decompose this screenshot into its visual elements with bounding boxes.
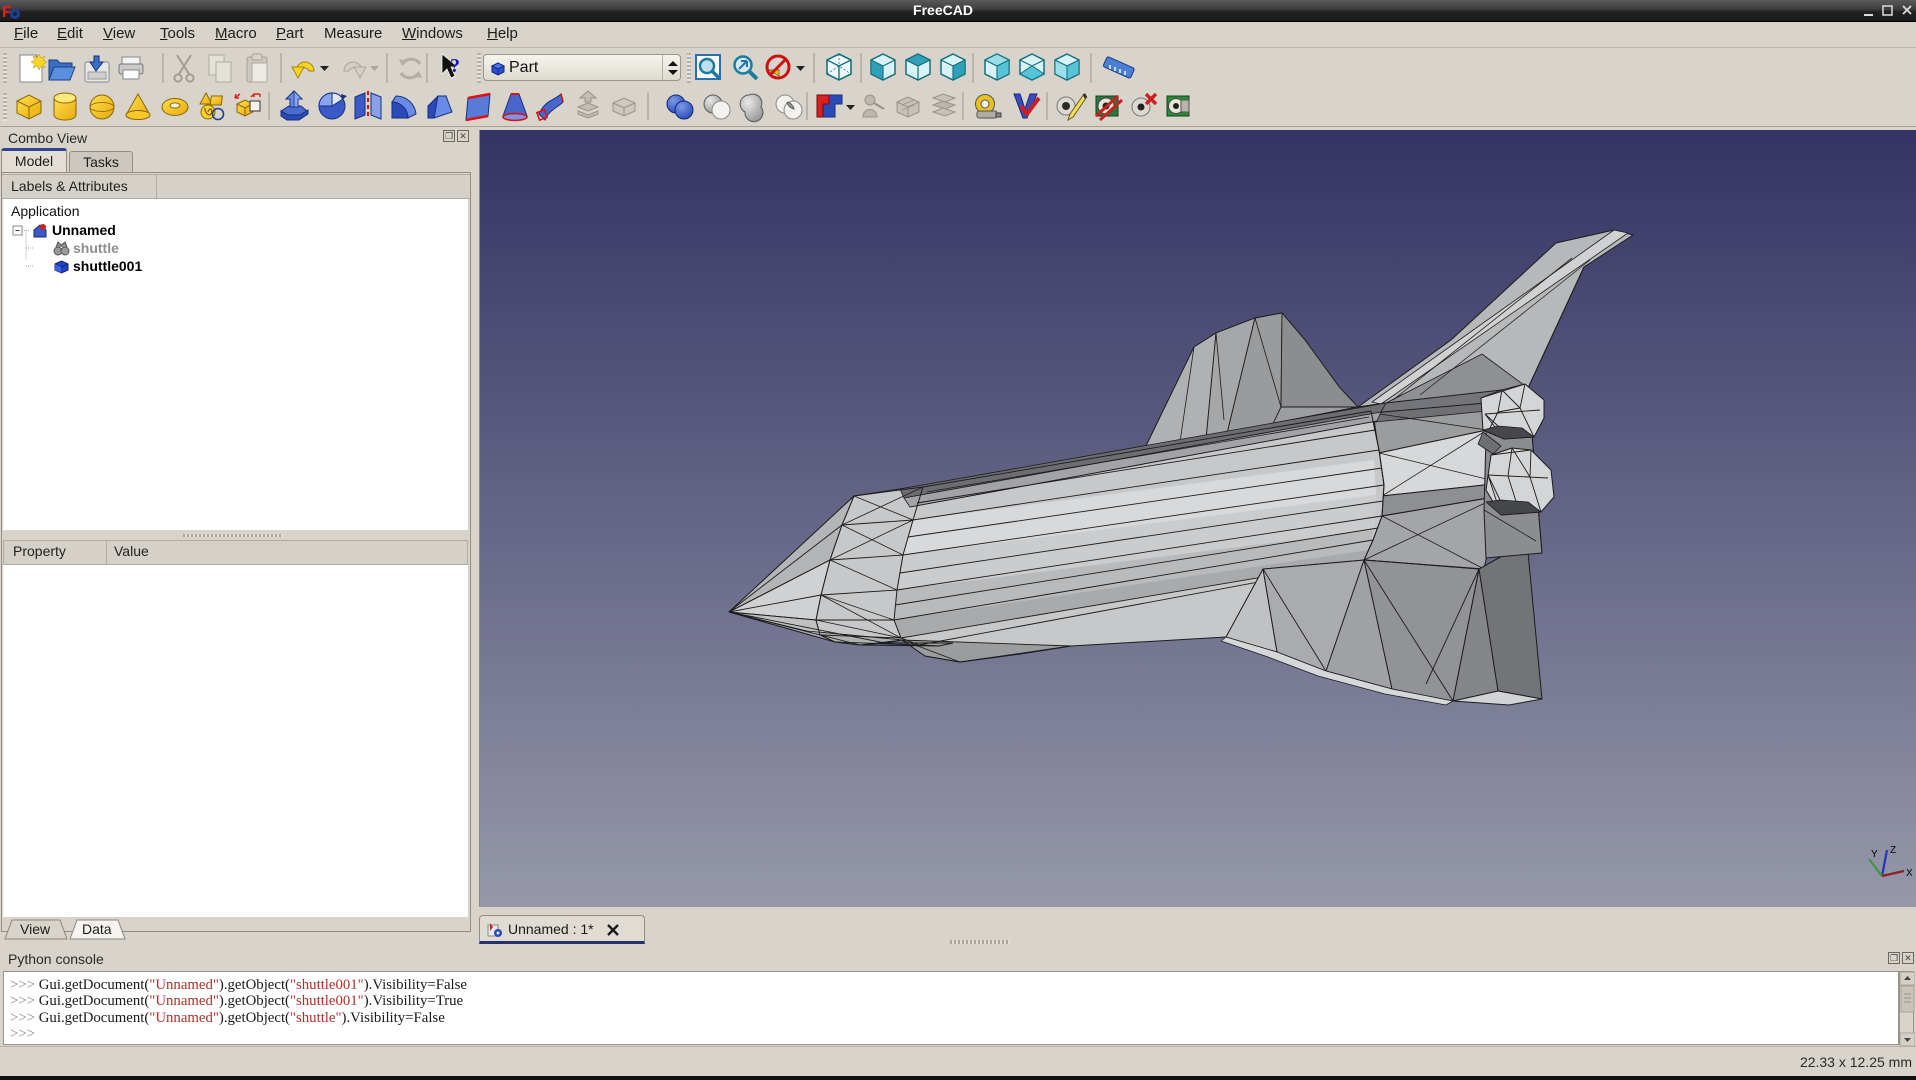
svg-text:View: View: [20, 921, 51, 937]
svg-text:Data: Data: [82, 921, 112, 937]
svg-text:X: X: [1906, 868, 1913, 879]
svg-text:Y: Y: [1871, 849, 1878, 860]
svg-text:Z: Z: [1890, 845, 1896, 856]
